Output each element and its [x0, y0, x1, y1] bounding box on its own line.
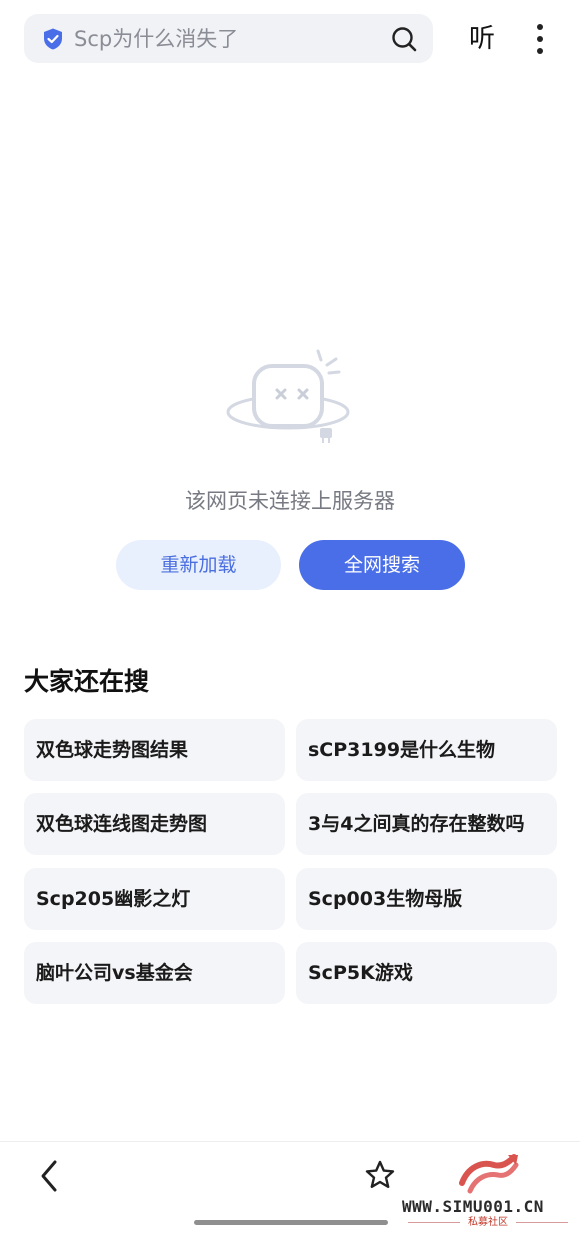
bottom-divider: [0, 1141, 580, 1142]
suggestions-title: 大家还在搜: [24, 667, 150, 696]
chevron-left-icon[interactable]: [36, 1158, 64, 1194]
star-icon[interactable]: [364, 1159, 396, 1191]
suggestion-item[interactable]: sCP3199是什么生物: [296, 719, 557, 781]
suggestion-item[interactable]: Scp003生物母版: [296, 868, 557, 930]
listen-button[interactable]: 听: [466, 20, 498, 58]
shield-check-icon: [44, 28, 62, 50]
suggestion-item[interactable]: 双色球走势图结果: [24, 719, 285, 781]
search-icon[interactable]: [390, 25, 418, 53]
suggestion-item[interactable]: 脑叶公司vs基金会: [24, 942, 285, 1004]
suggestion-item[interactable]: Scp205幽影之灯: [24, 868, 285, 930]
search-all-web-button[interactable]: 全网搜索: [299, 540, 465, 590]
home-indicator[interactable]: [194, 1220, 388, 1225]
error-message: 该网页未连接上服务器: [185, 489, 395, 513]
suggestion-item[interactable]: ScP5K游戏: [296, 942, 557, 1004]
disconnected-plug-icon: [226, 349, 350, 443]
more-vertical-icon[interactable]: [528, 22, 552, 56]
watermark-subtitle: 私募社区: [468, 1217, 508, 1228]
search-input[interactable]: Scp为什么消失了: [74, 25, 238, 53]
top-bar: Scp为什么消失了 听: [0, 0, 580, 80]
suggestion-item[interactable]: 双色球连线图走势图: [24, 793, 285, 855]
suggestion-item[interactable]: 3与4之间真的存在整数吗: [296, 793, 557, 855]
watermark-logo: [459, 1154, 519, 1194]
reload-button[interactable]: 重新加载: [116, 540, 281, 590]
watermark-url: WWW.SIMU001.CN: [402, 1197, 544, 1216]
